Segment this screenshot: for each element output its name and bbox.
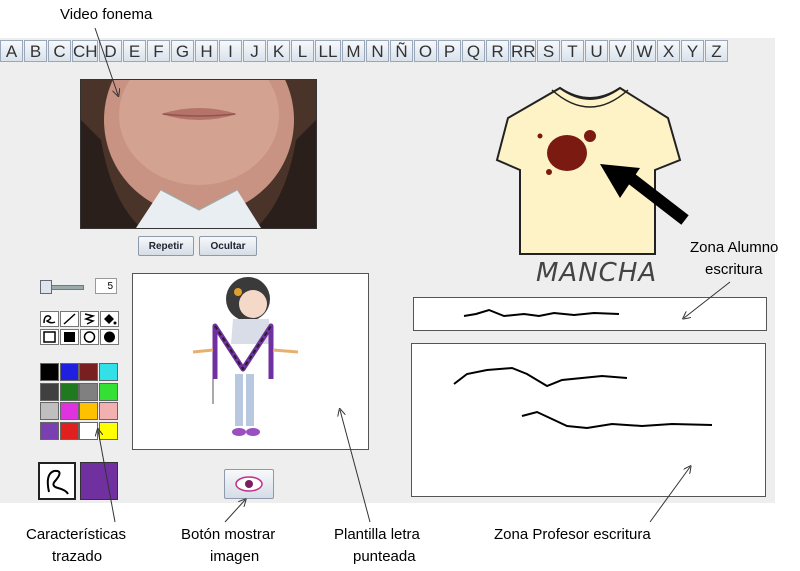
callout-arrows [94,27,731,523]
